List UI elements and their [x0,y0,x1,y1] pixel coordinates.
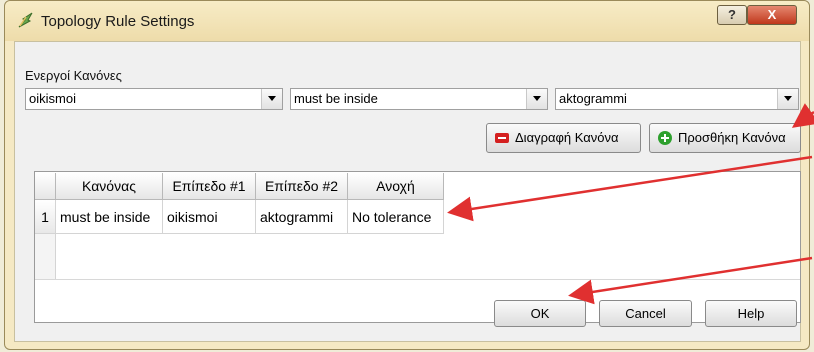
chevron-down-icon [784,96,792,101]
active-rules-label: Ενεργοί Κανόνες [25,68,122,83]
layer1-select-value: oikismoi [29,91,76,106]
rule-select[interactable]: must be inside [290,88,548,110]
column-header-layer2[interactable]: Επίπεδο #2 [256,173,348,200]
rule-dropdown-arrow[interactable] [526,89,547,109]
table-divider [35,279,800,280]
cell-rule[interactable]: must be inside [56,200,163,234]
topology-checker-icon [18,12,33,28]
title-bar[interactable]: Topology Rule Settings ? X [5,1,809,41]
help-button[interactable]: Help [705,300,797,327]
chevron-down-icon [268,96,276,101]
layer1-dropdown-arrow[interactable] [261,89,282,109]
layer2-select-value: aktogrammi [559,91,627,106]
column-header-tolerance[interactable]: Ανοχή [348,173,444,200]
delete-rule-button[interactable]: Διαγραφή Κανόνα [486,123,641,153]
title-help-button[interactable]: ? [717,5,747,25]
add-rule-label: Προσθήκη Κανόνα [678,130,786,145]
minus-icon [495,133,509,143]
column-header-layer1[interactable]: Επίπεδο #1 [163,173,256,200]
add-rule-button[interactable]: Προσθήκη Κανόνα [649,123,801,153]
column-header-rule[interactable]: Κανόνας [56,173,163,200]
delete-rule-label: Διαγραφή Κανόνα [515,130,619,145]
layer1-select[interactable]: oikismoi [25,88,283,110]
table-corner[interactable] [35,173,56,200]
cell-layer1[interactable]: oikismoi [163,200,256,234]
layer2-select[interactable]: aktogrammi [555,88,799,110]
window-title: Topology Rule Settings [41,13,195,30]
cell-layer2[interactable]: aktogrammi [256,200,348,234]
cell-tolerance[interactable]: No tolerance [348,200,444,234]
rule-select-value: must be inside [294,91,378,106]
ok-button[interactable]: OK [494,300,586,327]
plus-icon [658,131,672,145]
chevron-down-icon [533,96,541,101]
dialog-body: Ενεργοί Κανόνες oikismoi must be inside … [14,41,801,342]
row-header-empty [35,234,56,279]
layer2-dropdown-arrow[interactable] [777,89,798,109]
row-index[interactable]: 1 [35,200,56,234]
cancel-button[interactable]: Cancel [599,300,692,327]
close-button[interactable]: X [747,5,797,25]
dialog-window: Topology Rule Settings ? X Ενεργοί Κανόν… [4,0,810,350]
